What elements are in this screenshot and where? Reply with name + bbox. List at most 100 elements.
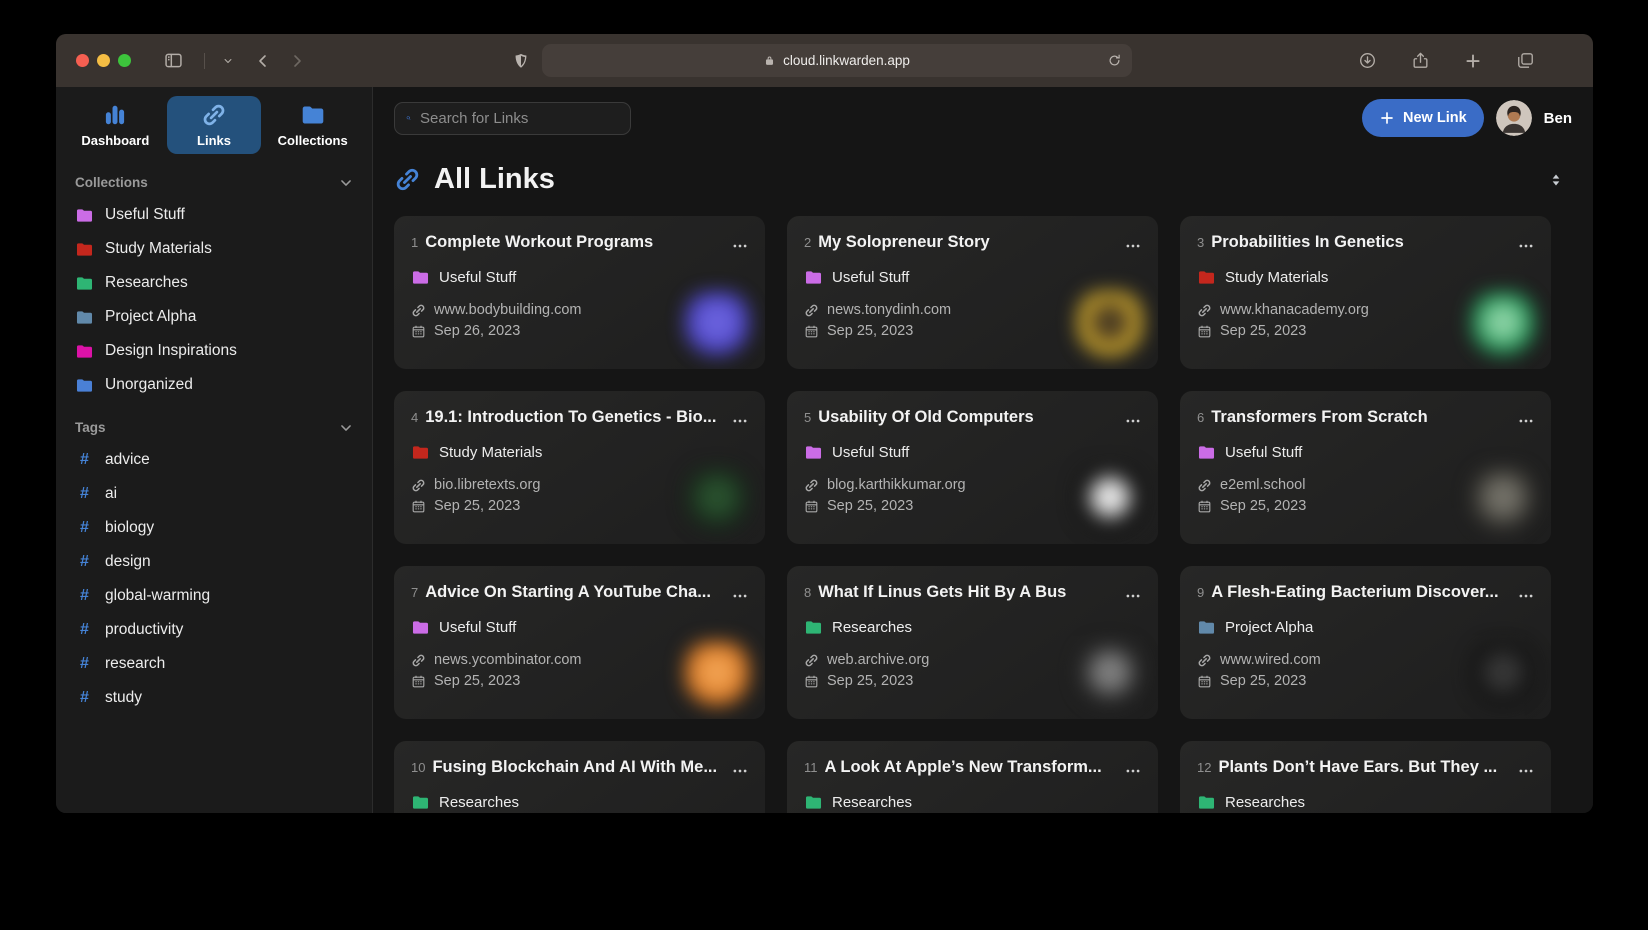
more-options-button[interactable] bbox=[731, 412, 749, 430]
tab-collections[interactable]: Collections bbox=[265, 96, 360, 154]
link-icon bbox=[411, 478, 426, 493]
forward-button[interactable] bbox=[289, 53, 305, 69]
link-collection-badge[interactable]: Useful Stuff bbox=[411, 268, 749, 287]
window-controls bbox=[76, 54, 131, 67]
link-collection-badge[interactable]: Useful Stuff bbox=[411, 618, 749, 637]
zoom-button[interactable] bbox=[118, 54, 131, 67]
search-icon bbox=[406, 109, 411, 127]
link-favicon bbox=[1076, 641, 1144, 709]
link-title: A Flesh-Eating Bacterium Discover... bbox=[1211, 583, 1507, 602]
toolbar-divider bbox=[204, 53, 205, 69]
link-collection-badge[interactable]: Researches bbox=[411, 793, 749, 812]
link-card[interactable]: 9A Flesh-Eating Bacterium Discover...Pro… bbox=[1180, 566, 1551, 719]
link-collection-badge[interactable]: Researches bbox=[804, 618, 1142, 637]
new-tab-button[interactable] bbox=[1464, 52, 1482, 70]
link-collection-badge[interactable]: Researches bbox=[1197, 793, 1535, 812]
sidebar-collection-item[interactable]: Project Alpha bbox=[68, 300, 360, 334]
link-card[interactable]: 5Usability Of Old ComputersUseful Stuffb… bbox=[787, 391, 1158, 544]
sidebar-tag-item[interactable]: #biology bbox=[68, 511, 360, 545]
more-options-button[interactable] bbox=[1517, 762, 1535, 780]
more-options-button[interactable] bbox=[1517, 237, 1535, 255]
close-button[interactable] bbox=[76, 54, 89, 67]
sidebar-tag-item[interactable]: #study bbox=[68, 681, 360, 715]
calendar-icon bbox=[1197, 324, 1212, 339]
link-card[interactable]: 3Probabilities In GeneticsStudy Material… bbox=[1180, 216, 1551, 369]
more-options-button[interactable] bbox=[1124, 412, 1142, 430]
collection-name: Project Alpha bbox=[1225, 619, 1313, 636]
address-bar[interactable]: cloud.linkwarden.app bbox=[542, 44, 1132, 77]
link-card[interactable]: 6Transformers From ScratchUseful Stuffe2… bbox=[1180, 391, 1551, 544]
reload-button[interactable] bbox=[1107, 53, 1122, 68]
calendar-icon bbox=[1197, 674, 1212, 689]
tab-label: Links bbox=[197, 133, 231, 148]
tab-overview-button[interactable] bbox=[1516, 51, 1535, 70]
tag-name: design bbox=[105, 553, 151, 571]
sidebar-tag-item[interactable]: #global-warming bbox=[68, 579, 360, 613]
sidebar-toggle-button[interactable] bbox=[163, 50, 184, 71]
more-options-button[interactable] bbox=[731, 587, 749, 605]
sidebar-tag-item[interactable]: #ai bbox=[68, 477, 360, 511]
more-options-button[interactable] bbox=[1124, 237, 1142, 255]
sidebar-tag-item[interactable]: #design bbox=[68, 545, 360, 579]
link-title: Usability Of Old Computers bbox=[818, 408, 1114, 427]
hash-icon: # bbox=[75, 621, 94, 639]
tags-collapse-chevron-icon[interactable] bbox=[339, 421, 353, 435]
avatar[interactable] bbox=[1496, 100, 1532, 136]
sidebar-collection-item[interactable]: Design Inspirations bbox=[68, 334, 360, 368]
more-options-button[interactable] bbox=[1124, 587, 1142, 605]
sidebar-tag-item[interactable]: #research bbox=[68, 647, 360, 681]
sidebar-collection-item[interactable]: Useful Stuff bbox=[68, 198, 360, 232]
link-card[interactable]: 419.1: Introduction To Genetics - Bio...… bbox=[394, 391, 765, 544]
folder-icon bbox=[1197, 443, 1216, 462]
collection-name: Study Materials bbox=[439, 444, 542, 461]
link-collection-badge[interactable]: Study Materials bbox=[1197, 268, 1535, 287]
link-card[interactable]: 8What If Linus Gets Hit By A BusResearch… bbox=[787, 566, 1158, 719]
link-card[interactable]: 12Plants Don’t Have Ears. But They ... Re… bbox=[1180, 741, 1551, 813]
folder-icon bbox=[804, 443, 823, 462]
new-link-button[interactable]: New Link bbox=[1362, 99, 1484, 137]
more-options-button[interactable] bbox=[731, 762, 749, 780]
sort-button[interactable] bbox=[1548, 172, 1564, 188]
share-button[interactable] bbox=[1411, 51, 1430, 70]
link-collection-badge[interactable]: Project Alpha bbox=[1197, 618, 1535, 637]
link-collection-badge[interactable]: Researches bbox=[804, 793, 1142, 812]
back-button[interactable] bbox=[255, 53, 271, 69]
card-header: 12Plants Don’t Have Ears. But They ... bbox=[1197, 758, 1535, 780]
link-title: Transformers From Scratch bbox=[1211, 408, 1507, 427]
privacy-shield-icon[interactable] bbox=[512, 52, 530, 70]
link-card[interactable]: 1Complete Workout ProgramsUseful Stuffww… bbox=[394, 216, 765, 369]
sidebar-chevron-down-icon[interactable] bbox=[223, 56, 233, 66]
more-options-button[interactable] bbox=[1517, 412, 1535, 430]
lock-icon bbox=[763, 54, 776, 67]
link-collection-badge[interactable]: Useful Stuff bbox=[1197, 443, 1535, 462]
link-index: 10 bbox=[411, 760, 425, 775]
search-box[interactable] bbox=[394, 102, 631, 135]
downloads-button[interactable] bbox=[1358, 51, 1377, 70]
link-collection-badge[interactable]: Useful Stuff bbox=[804, 443, 1142, 462]
sidebar-tag-item[interactable]: #advice bbox=[68, 443, 360, 477]
minimize-button[interactable] bbox=[97, 54, 110, 67]
tab-links[interactable]: Links bbox=[167, 96, 262, 154]
folder-icon bbox=[75, 206, 94, 225]
link-card[interactable]: 7Advice On Starting A YouTube Cha...Usef… bbox=[394, 566, 765, 719]
more-options-button[interactable] bbox=[1517, 587, 1535, 605]
sidebar-collection-item[interactable]: Study Materials bbox=[68, 232, 360, 266]
sidebar-tag-item[interactable]: #productivity bbox=[68, 613, 360, 647]
search-input[interactable] bbox=[420, 110, 619, 127]
more-options-button[interactable] bbox=[731, 237, 749, 255]
collections-collapse-chevron-icon[interactable] bbox=[339, 176, 353, 190]
link-card[interactable]: 2My Solopreneur StoryUseful Stuffnews.to… bbox=[787, 216, 1158, 369]
more-options-button[interactable] bbox=[1124, 762, 1142, 780]
link-card[interactable]: 10Fusing Blockchain And AI With Me...Res… bbox=[394, 741, 765, 813]
folder-icon bbox=[411, 443, 430, 462]
link-icon bbox=[804, 303, 819, 318]
sidebar-collection-item[interactable]: Unorganized bbox=[68, 368, 360, 402]
tags-list: #advice#ai#biology#design#global-warming… bbox=[68, 443, 360, 715]
link-collection-badge[interactable]: Study Materials bbox=[411, 443, 749, 462]
calendar-icon bbox=[804, 674, 819, 689]
card-header: 6Transformers From Scratch bbox=[1197, 408, 1535, 430]
link-card[interactable]: 11A Look At Apple’s New Transform...Rese… bbox=[787, 741, 1158, 813]
sidebar-collection-item[interactable]: Researches bbox=[68, 266, 360, 300]
tab-dashboard[interactable]: Dashboard bbox=[68, 96, 163, 154]
link-collection-badge[interactable]: Useful Stuff bbox=[804, 268, 1142, 287]
